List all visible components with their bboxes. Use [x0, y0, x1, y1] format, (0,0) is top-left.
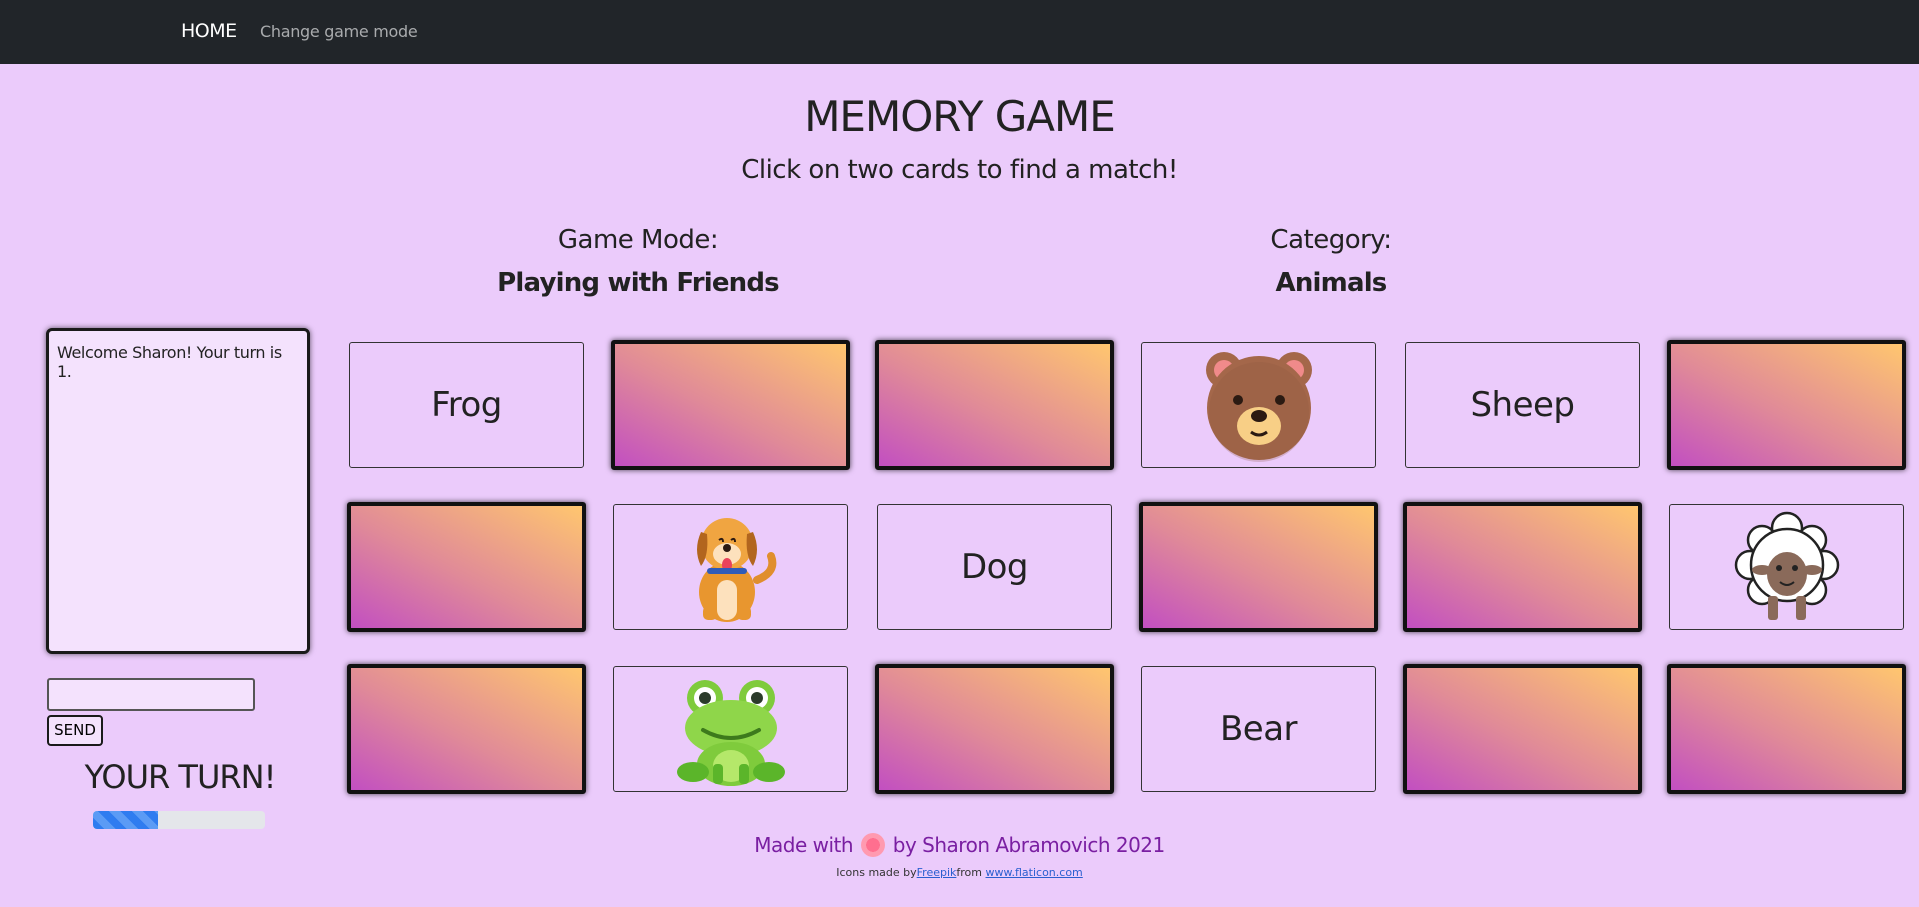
nav-change-mode-link[interactable]: Change game mode	[260, 22, 418, 41]
footer-made-with: Made with by Sharon Abramovich 2021	[0, 832, 1919, 859]
card-label: Dog	[960, 547, 1029, 587]
chat-messages[interactable]: Welcome Sharon! Your turn is 1.	[46, 328, 310, 654]
card-face-down[interactable]	[347, 502, 586, 632]
card-image[interactable]	[1669, 504, 1904, 630]
nav-home-link[interactable]: HOME	[181, 20, 237, 42]
card-label: Frog	[431, 385, 502, 425]
credit-prefix: Icons made by	[836, 866, 917, 879]
turn-timer-fill	[93, 811, 159, 829]
footer-made-prefix: Made with	[754, 833, 854, 857]
card-image[interactable]	[613, 504, 848, 630]
send-button[interactable]: SEND	[47, 715, 103, 746]
card-face-down[interactable]	[875, 664, 1114, 794]
chat-message: Welcome Sharon! Your turn is 1.	[57, 343, 282, 381]
card-word[interactable]: Bear	[1141, 666, 1376, 792]
chat-input[interactable]	[47, 678, 255, 711]
card-face-down[interactable]	[1667, 340, 1906, 470]
card-face-down[interactable]	[1139, 502, 1378, 632]
bear-icon	[1200, 348, 1318, 462]
card-word[interactable]: Dog	[877, 504, 1112, 630]
card-face-down[interactable]	[1403, 664, 1642, 794]
page-title: MEMORY GAME	[804, 92, 1116, 141]
footer-made-suffix: by Sharon Abramovich 2021	[892, 833, 1165, 857]
turn-timer-bar	[93, 811, 265, 829]
card-face-down[interactable]	[1667, 664, 1906, 794]
category-label: Category:	[1270, 225, 1392, 255]
game-mode-label: Game Mode:	[557, 225, 719, 255]
dog-icon	[683, 510, 779, 624]
card-image[interactable]	[1141, 342, 1376, 468]
heart-icon	[860, 832, 885, 857]
flaticon-link[interactable]: www.flaticon.com	[986, 866, 1083, 879]
card-label: Bear	[1219, 709, 1298, 749]
card-word[interactable]: Frog	[349, 342, 584, 468]
category-value: Animals	[1275, 268, 1388, 298]
turn-indicator: YOUR TURN!	[84, 758, 277, 796]
page-subtitle: Click on two cards to find a match!	[741, 155, 1178, 185]
card-face-down[interactable]	[875, 340, 1114, 470]
freepik-link[interactable]: Freepik	[917, 866, 957, 879]
card-face-down[interactable]	[611, 340, 850, 470]
card-face-down[interactable]	[347, 664, 586, 794]
navbar: HOME Change game mode	[0, 0, 1919, 64]
credit-from: from	[956, 866, 983, 879]
card-word[interactable]: Sheep	[1405, 342, 1640, 468]
game-mode-value: Playing with Friends	[497, 268, 780, 298]
frog-icon	[673, 672, 789, 786]
card-face-down[interactable]	[1403, 502, 1642, 632]
footer-icon-credit: Icons made byFreepikfrom www.flaticon.co…	[0, 866, 1919, 879]
card-label: Sheep	[1470, 385, 1575, 425]
card-image[interactable]	[613, 666, 848, 792]
sheep-icon	[1732, 510, 1842, 624]
